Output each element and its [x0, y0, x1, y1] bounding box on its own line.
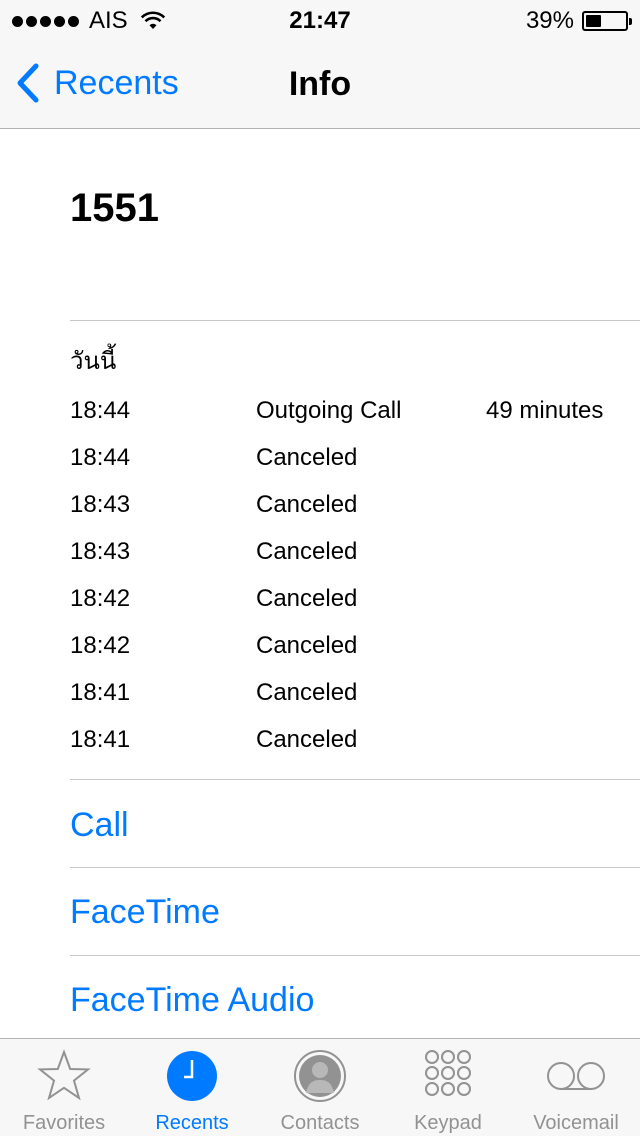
history-row: 18:44 Outgoing Call 49 minutes	[70, 392, 640, 439]
history-row: 18:42 Canceled	[70, 580, 640, 627]
tab-label: Favorites	[22, 1112, 106, 1134]
divider	[70, 320, 640, 321]
tab-label: Keypad	[414, 1112, 482, 1134]
battery-percent: 39%	[525, 7, 574, 34]
call-type: Canceled	[256, 444, 358, 471]
call-time: 18:43	[70, 491, 131, 518]
person-icon	[294, 1050, 346, 1102]
battery-icon	[582, 11, 632, 31]
history-row: 18:41 Canceled	[70, 721, 640, 768]
history-date-label: วันนี้	[70, 347, 117, 375]
tab-favorites[interactable]: Favorites	[0, 1039, 128, 1136]
history-row: 18:43 Canceled	[70, 486, 640, 533]
tab-voicemail[interactable]: Voicemail	[512, 1039, 640, 1136]
call-time: 18:42	[70, 585, 131, 612]
call-time: 18:43	[70, 538, 131, 565]
history-row: 18:42 Canceled	[70, 627, 640, 674]
page-title: Info	[288, 65, 352, 103]
navigation-bar: Recents Info	[0, 40, 640, 129]
call-type: Canceled	[256, 538, 358, 565]
star-icon	[37, 1049, 91, 1101]
voicemail-icon	[547, 1062, 605, 1090]
call-time: 18:42	[70, 632, 131, 659]
history-row: 18:43 Canceled	[70, 533, 640, 580]
call-type: Canceled	[256, 632, 358, 659]
tab-keypad[interactable]: Keypad	[384, 1039, 512, 1136]
facetime-audio-button[interactable]: FaceTime Audio	[70, 978, 314, 1022]
call-duration: 49 minutes	[486, 397, 604, 424]
call-type: Canceled	[256, 491, 358, 518]
status-bar: AIS 21:47 39%	[0, 0, 640, 40]
call-type: Canceled	[256, 679, 358, 706]
contact-number: 1551	[70, 186, 159, 230]
call-type: Canceled	[256, 726, 358, 753]
divider	[70, 955, 640, 956]
tab-bar: Favorites Recents Contacts Keypad Voicem…	[0, 1038, 640, 1136]
battery-level-fill	[586, 15, 601, 27]
tab-recents[interactable]: Recents	[128, 1039, 256, 1136]
tab-label: Recents	[155, 1112, 229, 1134]
divider	[70, 867, 640, 868]
status-right: 39%	[525, 6, 632, 36]
history-row: 18:44 Canceled	[70, 439, 640, 486]
tab-label: Voicemail	[533, 1112, 619, 1134]
divider	[70, 779, 640, 780]
clock-icon	[167, 1051, 217, 1101]
call-type: Canceled	[256, 585, 358, 612]
tab-label: Contacts	[280, 1112, 360, 1134]
call-time: 18:41	[70, 726, 131, 753]
tab-contacts[interactable]: Contacts	[256, 1039, 384, 1136]
call-time: 18:41	[70, 679, 131, 706]
call-type: Outgoing Call	[256, 397, 402, 424]
facetime-button[interactable]: FaceTime	[70, 890, 220, 934]
call-button[interactable]: Call	[70, 803, 129, 847]
keypad-icon	[425, 1050, 471, 1096]
call-history-list: 18:44 Outgoing Call 49 minutes 18:44 Cancele…	[70, 392, 640, 768]
call-time: 18:44	[70, 444, 131, 471]
call-time: 18:44	[70, 397, 131, 424]
history-row: 18:41 Canceled	[70, 674, 640, 721]
